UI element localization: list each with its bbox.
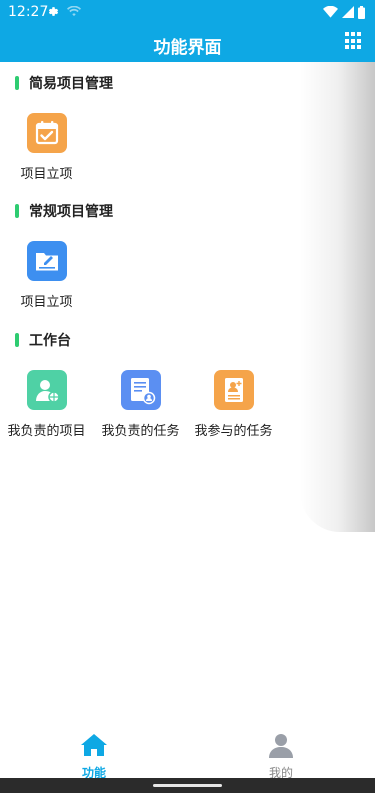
nav-tab-mine[interactable]: 我的 [241,732,321,781]
section-accent-bar [15,333,19,347]
tile-label: 项目立项 [20,295,73,310]
contact-card-icon [213,370,254,410]
grid-dot [345,32,349,36]
grid-menu-button[interactable] [345,32,363,50]
section-accent-bar [15,76,19,90]
app-bar: 功能界面 [0,24,375,62]
user-globe-icon [26,370,67,410]
section-title: 简易项目管理 [29,76,113,92]
section-title: 工作台 [29,333,71,349]
tile-my-responsible-tasks[interactable]: 我负责的任务 [94,370,187,439]
wifi-icon [323,6,338,18]
tile-my-participated-tasks[interactable]: 我参与的任务 [187,370,280,439]
wifi-dim-icon [67,6,81,17]
home-gesture-handle[interactable] [153,784,222,787]
settings-gear-icon [48,7,59,16]
grid-dot [351,32,355,36]
status-time: 12:27 [8,4,49,20]
folder-edit-icon [26,241,67,281]
calendar-check-icon [26,113,67,153]
battery-icon [358,5,365,19]
tile-label: 我负责的项目 [7,424,86,439]
grid-dot [351,45,355,50]
home-icon [81,734,107,756]
bottom-navigation: 功能 我的 [0,728,375,781]
section-header-workbench: 工作台 [15,330,71,350]
tile-regular-project-setup[interactable]: 项目立项 [0,241,93,310]
signal-icon [342,6,354,18]
status-indicators [323,5,365,19]
system-gesture-bar [0,778,375,793]
grid-dot [357,38,361,43]
section-accent-bar [15,204,19,218]
tile-label: 我参与的任务 [194,424,273,439]
page-title: 功能界面 [153,38,222,58]
drawer-edge-shadow [300,62,375,532]
grid-dot [357,45,361,50]
section-header-regular-project: 常规项目管理 [15,201,113,221]
profile-icon [269,734,293,758]
grid-dot [351,38,355,43]
document-user-icon [120,370,161,410]
status-bar: 12:27 [0,0,375,24]
section-title: 常规项目管理 [29,204,113,220]
tile-label: 我负责的任务 [101,424,180,439]
tile-my-responsible-projects[interactable]: 我负责的项目 [0,370,93,439]
tile-simple-project-setup[interactable]: 项目立项 [0,113,93,182]
grid-dot [357,32,361,36]
grid-dot [345,38,349,43]
tile-label: 项目立项 [20,167,73,182]
section-header-simple-project: 简易项目管理 [15,73,113,93]
nav-tab-functions[interactable]: 功能 [54,732,134,781]
grid-dot [345,45,349,50]
